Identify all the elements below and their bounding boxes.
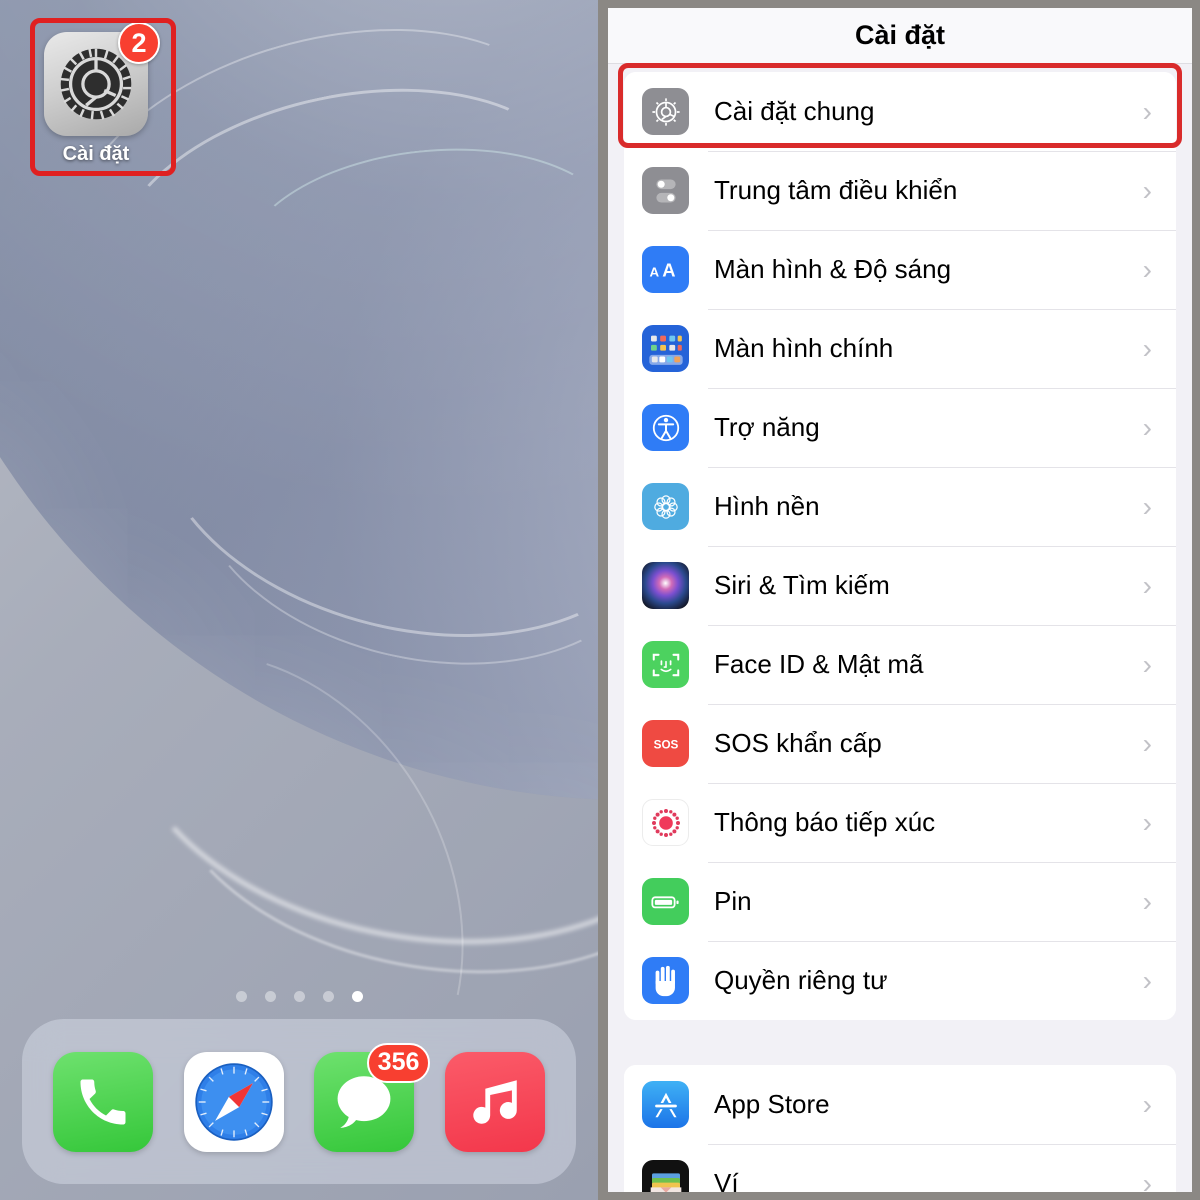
- screenshot-root: 2 Cài đặt 356 Cài đặt Cài đặt chung › Tr…: [0, 0, 1200, 1200]
- dock: 356: [22, 1019, 576, 1184]
- settings-row-battery[interactable]: Pin ›: [624, 862, 1176, 941]
- settings-row-label: Màn hình chính: [714, 333, 894, 363]
- chevron-right-icon: ›: [1142, 1167, 1152, 1192]
- siri-orb-icon: [642, 562, 689, 609]
- page-dot-active: [351, 991, 363, 1002]
- chevron-right-icon: ›: [1142, 885, 1152, 917]
- battery-icon: [642, 878, 689, 925]
- page-dot: [293, 991, 305, 1002]
- chevron-right-icon: ›: [1142, 253, 1152, 285]
- music-app[interactable]: [445, 1051, 546, 1152]
- settings-row-label: Trợ năng: [714, 412, 820, 442]
- hand-icon: [642, 957, 689, 1004]
- settings-badge: 2: [118, 22, 160, 64]
- settings-row-display-brightness[interactable]: A A Màn hình & Độ sáng ›: [624, 230, 1176, 309]
- settings-row-emergency-sos[interactable]: SOS SOS khẩn cấp ›: [624, 704, 1176, 783]
- settings-app-screen: Cài đặt Cài đặt chung › Trung tâm điều k…: [608, 8, 1192, 1192]
- settings-row-siri-search[interactable]: Siri & Tìm kiếm ›: [624, 546, 1176, 625]
- chevron-right-icon: ›: [1142, 964, 1152, 996]
- page-indicator[interactable]: [0, 991, 598, 1002]
- svg-text:A: A: [662, 259, 675, 280]
- svg-text:A: A: [649, 264, 659, 279]
- sliders-icon: [642, 167, 689, 214]
- settings-row-label: Pin: [714, 886, 752, 916]
- settings-row-wallet[interactable]: Ví ›: [624, 1144, 1176, 1192]
- chevron-right-icon: ›: [1142, 174, 1152, 206]
- chevron-right-icon: ›: [1142, 727, 1152, 759]
- settings-app-icon-wrap: 2: [44, 22, 160, 136]
- settings-row-label: Cài đặt chung: [714, 96, 875, 126]
- settings-row-accessibility[interactable]: Trợ năng ›: [624, 388, 1176, 467]
- settings-row-label: Siri & Tìm kiếm: [714, 570, 890, 600]
- settings-row-label: Ví: [714, 1168, 739, 1192]
- messages-app[interactable]: 356: [314, 1042, 431, 1152]
- chevron-right-icon: ›: [1142, 1088, 1152, 1120]
- chevron-right-icon: ›: [1142, 332, 1152, 364]
- messages-badge: 356: [366, 1042, 431, 1083]
- page-dot: [322, 991, 334, 1002]
- settings-row-wallpaper[interactable]: Hình nền ›: [624, 467, 1176, 546]
- exposure-dots-icon: [642, 799, 689, 846]
- settings-row-label: Thông báo tiếp xúc: [714, 807, 936, 837]
- page-title: Cài đặt: [854, 20, 946, 50]
- music-note-icon: [473, 1079, 517, 1124]
- svg-text:SOS: SOS: [653, 738, 678, 751]
- settings-group-system: Cài đặt chung › Trung tâm điều khiển › A…: [624, 72, 1176, 1020]
- flower-icon: [642, 483, 689, 530]
- settings-row-label: App Store: [714, 1089, 830, 1119]
- navigation-bar: Cài đặt: [608, 8, 1192, 64]
- face-id-icon: [642, 641, 689, 688]
- settings-row-app-store[interactable]: App Store ›: [624, 1065, 1176, 1144]
- chevron-right-icon: ›: [1142, 806, 1152, 838]
- accessibility-icon: [642, 404, 689, 451]
- app-grid-icon: [642, 325, 689, 372]
- phone-app[interactable]: [52, 1051, 153, 1152]
- gear-icon: [642, 88, 689, 135]
- wallet-icon: [642, 1160, 689, 1192]
- chevron-right-icon: ›: [1142, 411, 1152, 443]
- settings-row-label: Hình nền: [714, 491, 820, 521]
- settings-row-exposure-notifications[interactable]: Thông báo tiếp xúc ›: [624, 783, 1176, 862]
- settings-row-label: Màn hình & Độ sáng: [714, 254, 952, 284]
- settings-row-control-center[interactable]: Trung tâm điều khiển ›: [624, 151, 1176, 230]
- settings-row-home-screen[interactable]: Màn hình chính ›: [624, 309, 1176, 388]
- settings-row-label: Quyền riêng tư: [714, 965, 888, 995]
- app-store-icon: [642, 1081, 689, 1128]
- settings-row-label: SOS khẩn cấp: [714, 728, 882, 758]
- compass-icon: [194, 1062, 273, 1141]
- aa-text-icon: A A: [642, 246, 689, 293]
- settings-row-label: Trung tâm điều khiển: [714, 175, 958, 205]
- settings-row-general[interactable]: Cài đặt chung ›: [624, 72, 1176, 151]
- safari-app[interactable]: [183, 1051, 284, 1152]
- panel-divider: [598, 0, 608, 1200]
- chevron-right-icon: ›: [1142, 648, 1152, 680]
- home-app-settings[interactable]: 2 Cài đặt: [44, 22, 160, 166]
- settings-row-label: Face ID & Mật mã: [714, 649, 924, 679]
- chevron-right-icon: ›: [1142, 569, 1152, 601]
- page-dot: [235, 991, 247, 1002]
- settings-row-privacy[interactable]: Quyền riêng tư ›: [624, 941, 1176, 1020]
- iphone-home-screen: 2 Cài đặt 356: [0, 0, 598, 1200]
- settings-group-store: App Store › Ví ›: [624, 1065, 1176, 1192]
- phone-icon: [80, 1079, 126, 1124]
- settings-app-label: Cài đặt: [62, 143, 130, 165]
- sos-icon: SOS: [642, 720, 689, 767]
- settings-row-face-id-passcode[interactable]: Face ID & Mật mã ›: [624, 625, 1176, 704]
- page-dot: [264, 991, 276, 1002]
- chevron-right-icon: ›: [1142, 95, 1152, 127]
- chevron-right-icon: ›: [1142, 490, 1152, 522]
